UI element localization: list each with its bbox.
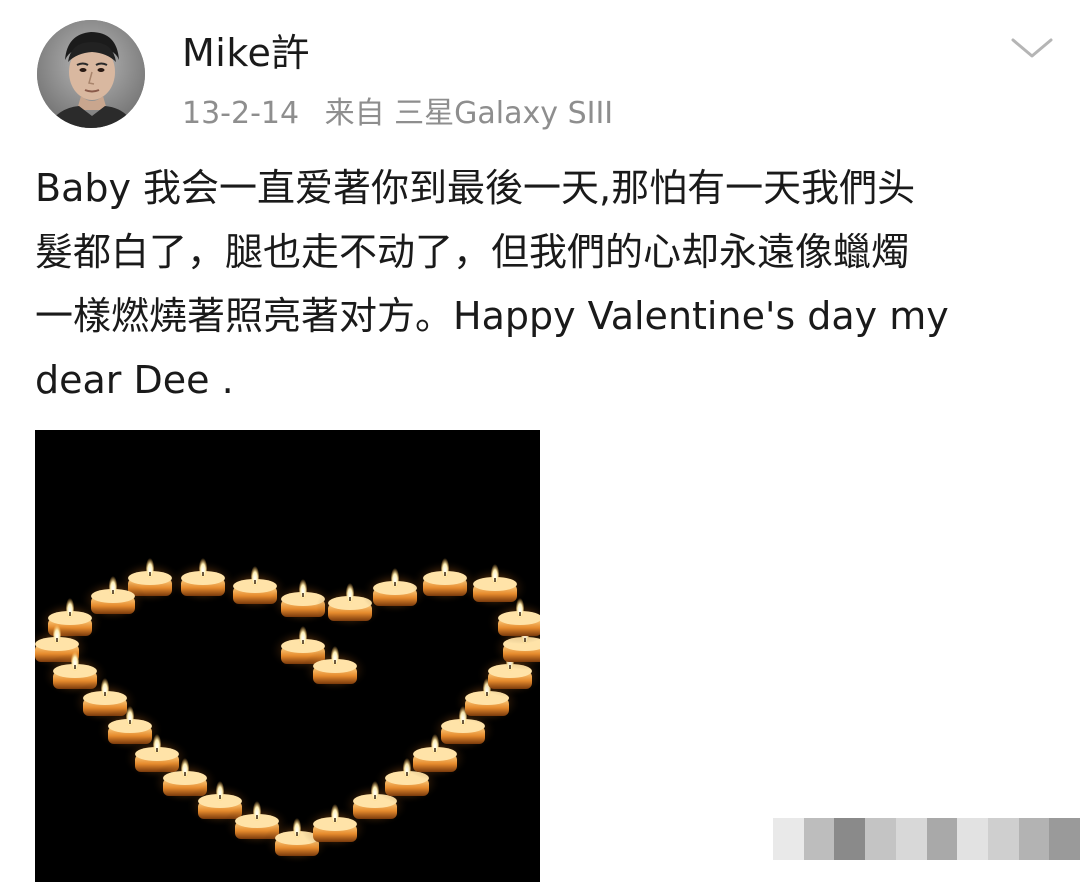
avatar-portrait	[37, 20, 145, 128]
image-watermark-mosaic	[773, 818, 1080, 860]
post-text: Baby 我会一直爱著你到最後一天,那怕有一天我們头 髮都白了，腿也走不动了，但…	[35, 156, 1055, 412]
post-meta: 13-2-14 来自 三星Galaxy SIII	[182, 88, 629, 132]
avatar[interactable]	[37, 20, 145, 128]
candle-heart-image	[35, 430, 540, 882]
chevron-down-icon	[1011, 38, 1053, 58]
weibo-post: Mike許 13-2-14 来自 三星Galaxy SIII Baby 我会一直…	[0, 0, 1080, 882]
post-text-line: dear Dee .	[35, 358, 234, 402]
username[interactable]: Mike許	[182, 22, 310, 77]
post-text-line: 一樣燃燒著照亮著对方。Happy Valentine's day my	[35, 294, 949, 338]
post-image-candle-heart[interactable]	[35, 430, 540, 882]
post-text-line: Baby 我会一直爱著你到最後一天,那怕有一天我們头	[35, 166, 916, 210]
post-date: 13-2-14	[182, 96, 300, 131]
post-text-line: 髮都白了，腿也走不动了，但我們的心却永遠像蠟燭	[35, 230, 910, 274]
more-options-button[interactable]	[1007, 28, 1057, 68]
post-source[interactable]: 来自 三星Galaxy SIII	[325, 96, 614, 131]
